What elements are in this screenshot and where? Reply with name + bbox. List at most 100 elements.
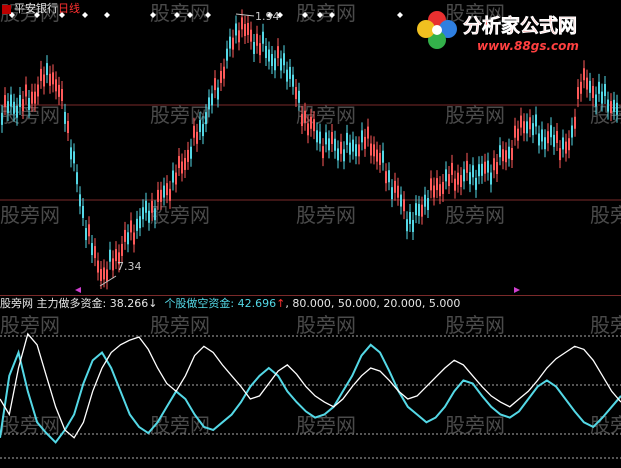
scroll-markers — [75, 287, 520, 293]
candle-body — [364, 136, 366, 149]
candle-body — [103, 267, 105, 280]
candle-body — [325, 132, 327, 145]
candle-body — [22, 99, 24, 112]
candle-body — [124, 229, 126, 242]
candle-body — [16, 105, 18, 118]
candle-body — [250, 29, 252, 42]
candle-body — [529, 117, 531, 130]
low-price-label: 7.34 — [117, 260, 142, 273]
candle-body — [28, 97, 30, 110]
candle-body — [205, 112, 207, 125]
candle-body — [184, 157, 186, 170]
candle-body — [343, 149, 345, 162]
candle-body — [349, 142, 351, 155]
candle-body — [559, 148, 561, 161]
retail-funds-label: 个股做空资金: — [164, 297, 235, 310]
signal-diamond — [104, 12, 110, 18]
candle-body — [79, 194, 81, 207]
candle-body — [214, 78, 216, 91]
candle-body — [295, 87, 297, 100]
watermark-text: 股旁网 — [590, 203, 621, 227]
watermark-text: 股旁网 — [445, 313, 505, 337]
candle-body — [490, 172, 492, 185]
candle-body — [73, 151, 75, 164]
candle-body — [133, 232, 135, 245]
candle-body — [265, 46, 267, 59]
candle-body — [316, 130, 318, 143]
candle-body — [409, 211, 411, 224]
candle-body — [511, 148, 513, 161]
candle-body — [322, 146, 324, 159]
candle-body — [502, 149, 504, 162]
candle-body — [217, 87, 219, 100]
candle-body — [55, 79, 57, 92]
watermark-text: 股旁网 — [150, 413, 210, 437]
candle-body — [259, 43, 261, 56]
candle-body — [532, 123, 534, 136]
candle-body — [10, 94, 12, 107]
site-logo: 分析家公式网 www.88gs.com — [417, 11, 579, 53]
candle-body — [571, 125, 573, 138]
candle-body — [523, 121, 525, 134]
indicator-chart[interactable]: 股旁网股旁网股旁网股旁网股旁网股旁网股旁网股旁网股旁网股旁网 — [0, 296, 621, 468]
candle-body — [439, 184, 441, 197]
candle-body — [277, 46, 279, 59]
candle-body — [460, 175, 462, 188]
watermark-text: 股旁网 — [445, 203, 505, 227]
candle-body — [244, 24, 246, 37]
candle-body — [550, 125, 552, 138]
candle-body — [220, 70, 222, 83]
level-5: 5.000 — [428, 297, 461, 310]
candle-body — [307, 123, 309, 136]
candle-body — [106, 269, 108, 282]
candle-body — [421, 204, 423, 217]
watermark-text: 股旁网 — [0, 413, 60, 437]
candle-body — [496, 162, 498, 175]
main-funds-label: 主力做多资金: — [36, 297, 107, 310]
candle-body — [34, 91, 36, 104]
candle-body — [385, 171, 387, 184]
candle-body — [49, 73, 51, 86]
period-label[interactable]: 日线 — [58, 2, 80, 15]
candle-body — [43, 74, 45, 87]
candle-body — [520, 115, 522, 128]
watermark-text: 股旁网 — [0, 313, 60, 337]
watermark-text: 股旁网 — [296, 413, 356, 437]
candle-body — [109, 249, 111, 262]
candle-body — [607, 99, 609, 112]
chart-window: 股旁网股旁网股旁网股旁网股旁网股旁网股旁网股旁网股旁网股旁网股旁网股旁网股旁网股… — [0, 0, 621, 468]
indicator-level-lines — [0, 335, 621, 459]
candle-body — [169, 188, 171, 201]
logo-title: 分析家公式网 — [463, 14, 577, 37]
candle-body — [298, 90, 300, 103]
candle-body — [514, 125, 516, 138]
candle-body — [1, 112, 3, 125]
candle-body — [76, 172, 78, 185]
candle-body — [19, 95, 21, 108]
candle-body — [289, 66, 291, 79]
candle-body — [160, 189, 162, 202]
watermark-text: 股旁网 — [296, 313, 356, 337]
candle-body — [187, 149, 189, 162]
candle-body — [154, 208, 156, 221]
candle-body — [82, 205, 84, 218]
candle-body — [148, 210, 150, 223]
candle-body — [199, 120, 201, 133]
candle-body — [283, 53, 285, 66]
candle-body — [7, 101, 9, 114]
candle-body — [442, 181, 444, 194]
candle-body — [574, 116, 576, 129]
level-50: 50.000 — [337, 297, 377, 310]
candle-body — [235, 23, 237, 36]
retail-funds-arrow: ↑ — [276, 297, 286, 310]
candle-body — [391, 187, 393, 200]
candle-body — [61, 89, 63, 102]
candle-body — [454, 178, 456, 191]
level-20: 20.000 — [383, 297, 422, 310]
candle-body — [616, 102, 618, 115]
candle-body — [175, 172, 177, 185]
candle-body — [355, 144, 357, 157]
candle-body — [37, 84, 39, 97]
candle-body — [463, 169, 465, 182]
candle-body — [352, 139, 354, 152]
